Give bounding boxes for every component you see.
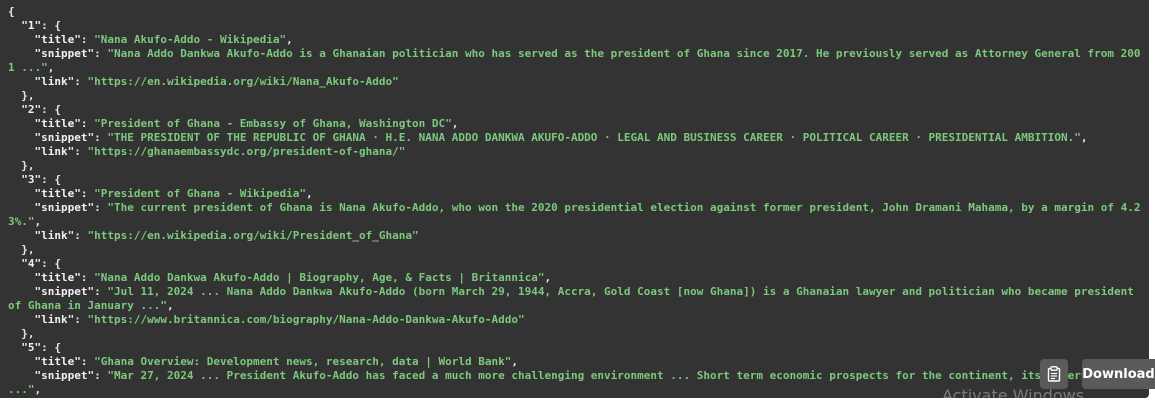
result-5-title: Ghana Overview: Development news, resear… <box>100 355 505 368</box>
result-2-link: https://ghanaembassydc.org/president-of-… <box>94 145 399 158</box>
result-4-title: Nana Addo Dankwa Akufo-Addo | Biography,… <box>100 271 538 284</box>
result-5-snippet: Mar 27, 2024 ... President Akufo-Addo ha… <box>8 369 1114 396</box>
result-4-snippet: Jul 11, 2024 ... Nana Addo Dankwa Akufo-… <box>8 285 1141 312</box>
result-4-link: https://www.britannica.com/biography/Nan… <box>94 313 518 326</box>
result-3-snippet: The current president of Ghana is Nana A… <box>8 201 1141 228</box>
result-3-link: https://en.wikipedia.org/wiki/President_… <box>94 229 413 242</box>
json-text: { "1": { "title": "Nana Akufo-Addo - Wik… <box>8 5 1141 396</box>
screen: { "1": { "title": "Nana Akufo-Addo - Wik… <box>0 0 1155 401</box>
download-button[interactable]: Download <box>1082 359 1155 389</box>
result-1-title: Nana Akufo-Addo - Wikipedia <box>100 33 280 46</box>
result-1-link: https://en.wikipedia.org/wiki/Nana_Akufo… <box>94 75 393 88</box>
result-2-title: President of Ghana - Embassy of Ghana, W… <box>100 117 446 130</box>
result-1-snippet: Nana Addo Dankwa Akufo-Addo is a Ghanaia… <box>8 47 1141 74</box>
clipboard-icon <box>1047 366 1061 382</box>
result-3-title: President of Ghana - Wikipedia <box>100 187 300 200</box>
json-output-panel: { "1": { "title": "Nana Akufo-Addo - Wik… <box>0 0 1149 398</box>
copy-button[interactable] <box>1040 359 1068 389</box>
result-2-snippet: THE PRESIDENT OF THE REPUBLIC OF GHANA ·… <box>113 131 1075 144</box>
